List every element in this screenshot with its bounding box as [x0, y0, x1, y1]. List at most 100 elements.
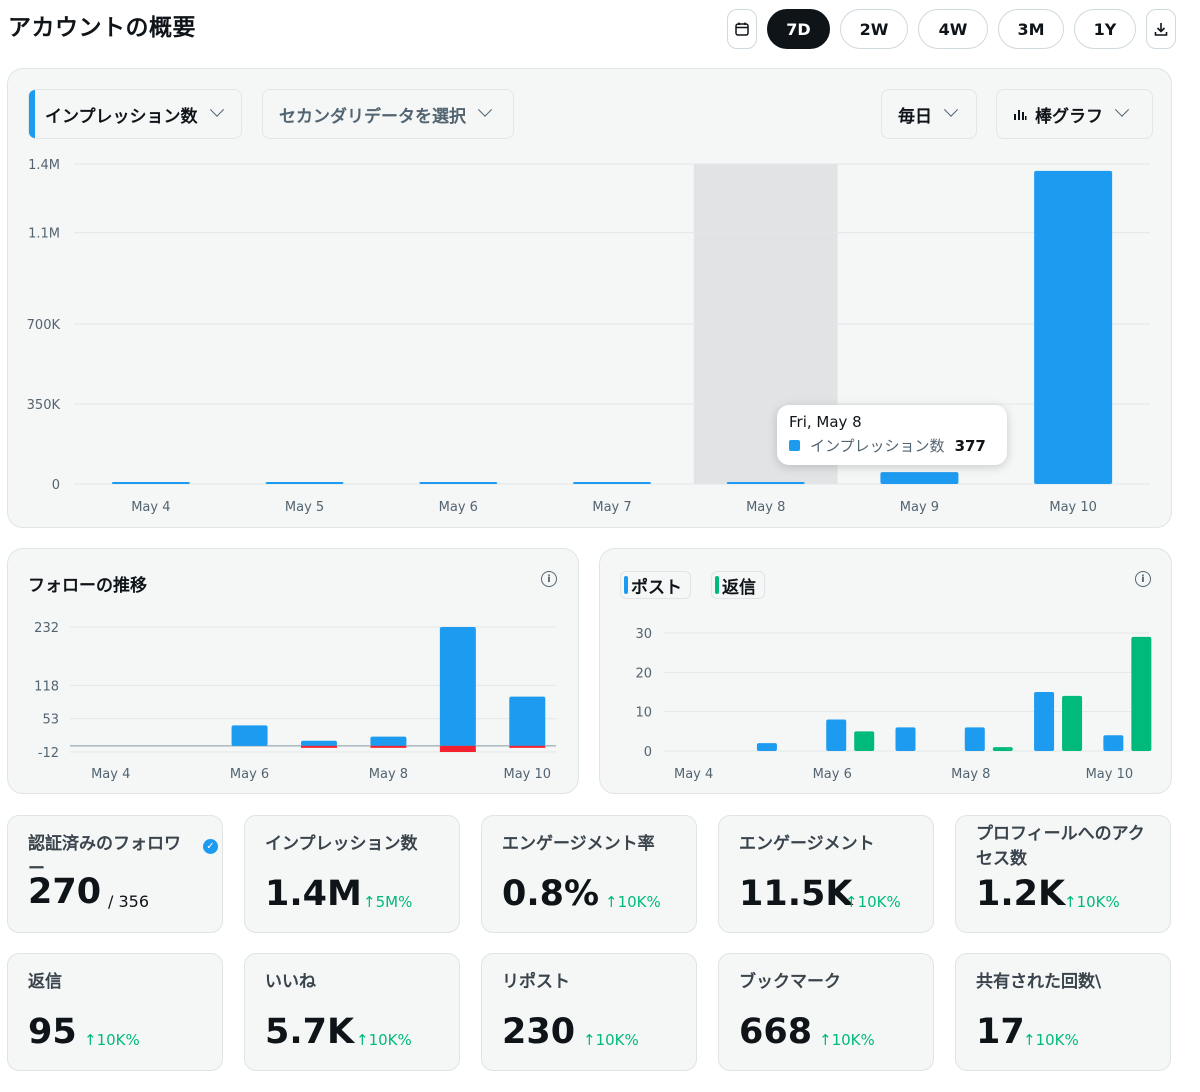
stat-bookmarks[interactable]: ブックマーク 668 ↑10K% [718, 953, 934, 1071]
x-tick-label: May 4 [674, 767, 713, 782]
stat-change: ↑10K% [583, 1031, 639, 1049]
interval-label: 毎日 [898, 106, 932, 127]
stat-total: / 356 [108, 892, 150, 911]
range-1y-button[interactable]: 1Y [1074, 9, 1136, 49]
range-4w-button[interactable]: 4W [918, 9, 988, 49]
bar-posts [826, 719, 847, 751]
stat-value: 17 [976, 1012, 1025, 1052]
y-tick-label: 350K [27, 398, 61, 413]
x-tick-label: May 10 [1086, 767, 1134, 782]
y-tick-label: 10 [635, 706, 652, 721]
arrow-up-icon: ↑ [819, 1031, 832, 1049]
bar-positive [301, 740, 337, 746]
y-tick-label: 118 [34, 679, 59, 694]
tooltip-swatch [789, 440, 800, 451]
verified-badge-icon: ✓ [203, 839, 218, 854]
arrow-up-icon: ↑ [845, 893, 858, 911]
bar-negative [439, 745, 476, 752]
bar [726, 482, 805, 484]
download-icon [1154, 23, 1168, 36]
bar [573, 482, 651, 484]
stat-replies[interactable]: 返信 95 ↑10K% [7, 953, 223, 1071]
tooltip-date: Fri, May 8 [789, 413, 862, 431]
stat-label: エンゲージメント率 [502, 834, 655, 854]
arrow-up-icon: ↑ [84, 1031, 97, 1049]
stat-change: ↑10K% [356, 1031, 412, 1049]
chevron-down-icon [477, 102, 493, 117]
range-3m-button[interactable]: 3M [998, 9, 1064, 49]
y-tick-label: 20 [635, 666, 652, 681]
arrow-up-icon: ↑ [583, 1031, 596, 1049]
x-tick-label: May 10 [1049, 500, 1097, 515]
stat-change: ↑10K% [845, 893, 901, 911]
chevron-down-icon [209, 102, 224, 117]
stat-engagements[interactable]: エンゲージメント 11.5K ↑10K% [718, 815, 934, 933]
stat-value: 668 [739, 1012, 813, 1052]
stat-likes[interactable]: いいね 5.7K ↑10K% [244, 953, 460, 1071]
bar [1034, 170, 1113, 484]
bar-replies [992, 747, 1013, 751]
stat-value: 95 [28, 1012, 77, 1052]
x-tick-label: May 9 [900, 500, 939, 515]
tooltip-value: 377 [954, 436, 986, 455]
x-tick-label: May 7 [592, 500, 631, 515]
y-tick-label: 30 [635, 627, 652, 642]
download-button[interactable] [1146, 9, 1176, 49]
y-tick-label: 0 [52, 478, 60, 493]
stat-value: 11.5K [739, 874, 853, 914]
stat-reposts[interactable]: リポスト 230 ↑10K% [481, 953, 697, 1071]
y-tick-label: 232 [34, 621, 59, 636]
stat-change: ↑10K% [819, 1031, 875, 1049]
secondary-metric-select[interactable]: セカンダリデータを選択 [262, 89, 514, 139]
stat-label: リポスト [502, 972, 570, 992]
bar [111, 482, 190, 484]
impressions-chart-card: インプレッション数 セカンダリデータを選択 毎日 棒グラフ 0 350K 700K 1… [7, 68, 1172, 528]
x-tick-label: May 4 [91, 767, 130, 782]
stat-change: ↑10K% [84, 1031, 140, 1049]
stat-profile-visits[interactable]: プロフィールへのアクセス数 1.2K ↑10K% [955, 815, 1171, 933]
stat-verified-followers[interactable]: 認証済みのフォロワー ✓ 270 / 356 [7, 815, 223, 933]
impressions-bar-chart[interactable]: 0 350K 700K 1.1M 1.4M May 4 May 5 May 6 May 7 May… [8, 139, 1171, 529]
stat-change: ↑10K% [1023, 1031, 1079, 1049]
stat-value: 1.2K [976, 874, 1066, 914]
bar-chart-icon [1014, 110, 1027, 120]
stat-change: ↑5M% [363, 893, 413, 911]
arrow-up-icon: ↑ [356, 1031, 369, 1049]
stat-label: 共有された回数\ [976, 972, 1102, 992]
x-tick-label: May 6 [813, 767, 852, 782]
range-2w-button[interactable]: 2W [840, 9, 908, 49]
stat-label: インプレッション数 [265, 834, 418, 854]
chart-type-label: 棒グラフ [1035, 106, 1103, 127]
chart-type-select[interactable]: 棒グラフ [996, 89, 1153, 139]
bar-positive [439, 627, 476, 746]
bar-posts [1103, 735, 1124, 751]
stat-label: エンゲージメント [739, 834, 875, 854]
x-tick-label: May 4 [131, 500, 170, 515]
stat-value: 1.4M [265, 874, 362, 914]
posts-replies-bar-chart[interactable]: 0 10 20 30 May 4 May 6 May 8 May 10 [600, 549, 1171, 793]
arrow-up-icon: ↑ [1023, 1031, 1036, 1049]
stat-label: プロフィールへのアクセス数 [976, 824, 1145, 869]
x-tick-label: May 8 [746, 500, 785, 515]
secondary-metric-label: セカンダリデータを選択 [279, 106, 466, 127]
tooltip-series: インプレッション数 [810, 437, 945, 455]
arrow-up-icon: ↑ [363, 893, 376, 911]
stat-impressions[interactable]: インプレッション数 1.4M ↑5M% [244, 815, 460, 933]
calendar-button[interactable] [727, 9, 757, 49]
x-tick-label: May 5 [285, 500, 324, 515]
bar [265, 482, 344, 484]
x-tick-label: May 6 [230, 767, 269, 782]
range-7d-button[interactable]: 7D [767, 9, 830, 49]
interval-select[interactable]: 毎日 [881, 89, 977, 139]
y-tick-label: 1.4M [28, 158, 60, 173]
bar-positive [509, 696, 546, 746]
stat-shares[interactable]: 共有された回数\ 17 ↑10K% [955, 953, 1171, 1071]
y-tick-label: 0 [644, 745, 652, 760]
follow-bar-chart[interactable]: -12 53 118 232 May 4 May 6 May 8 May 10 [8, 549, 578, 793]
range-toolbar: 7D 2W 4W 3M 1Y [720, 9, 1200, 49]
primary-metric-select[interactable]: インプレッション数 [28, 89, 242, 139]
stat-engagement-rate[interactable]: エンゲージメント率 0.8% ↑10K% [481, 815, 697, 933]
stat-label: 返信 [28, 972, 62, 992]
x-tick-label: May 8 [951, 767, 990, 782]
x-tick-label: May 8 [369, 767, 408, 782]
